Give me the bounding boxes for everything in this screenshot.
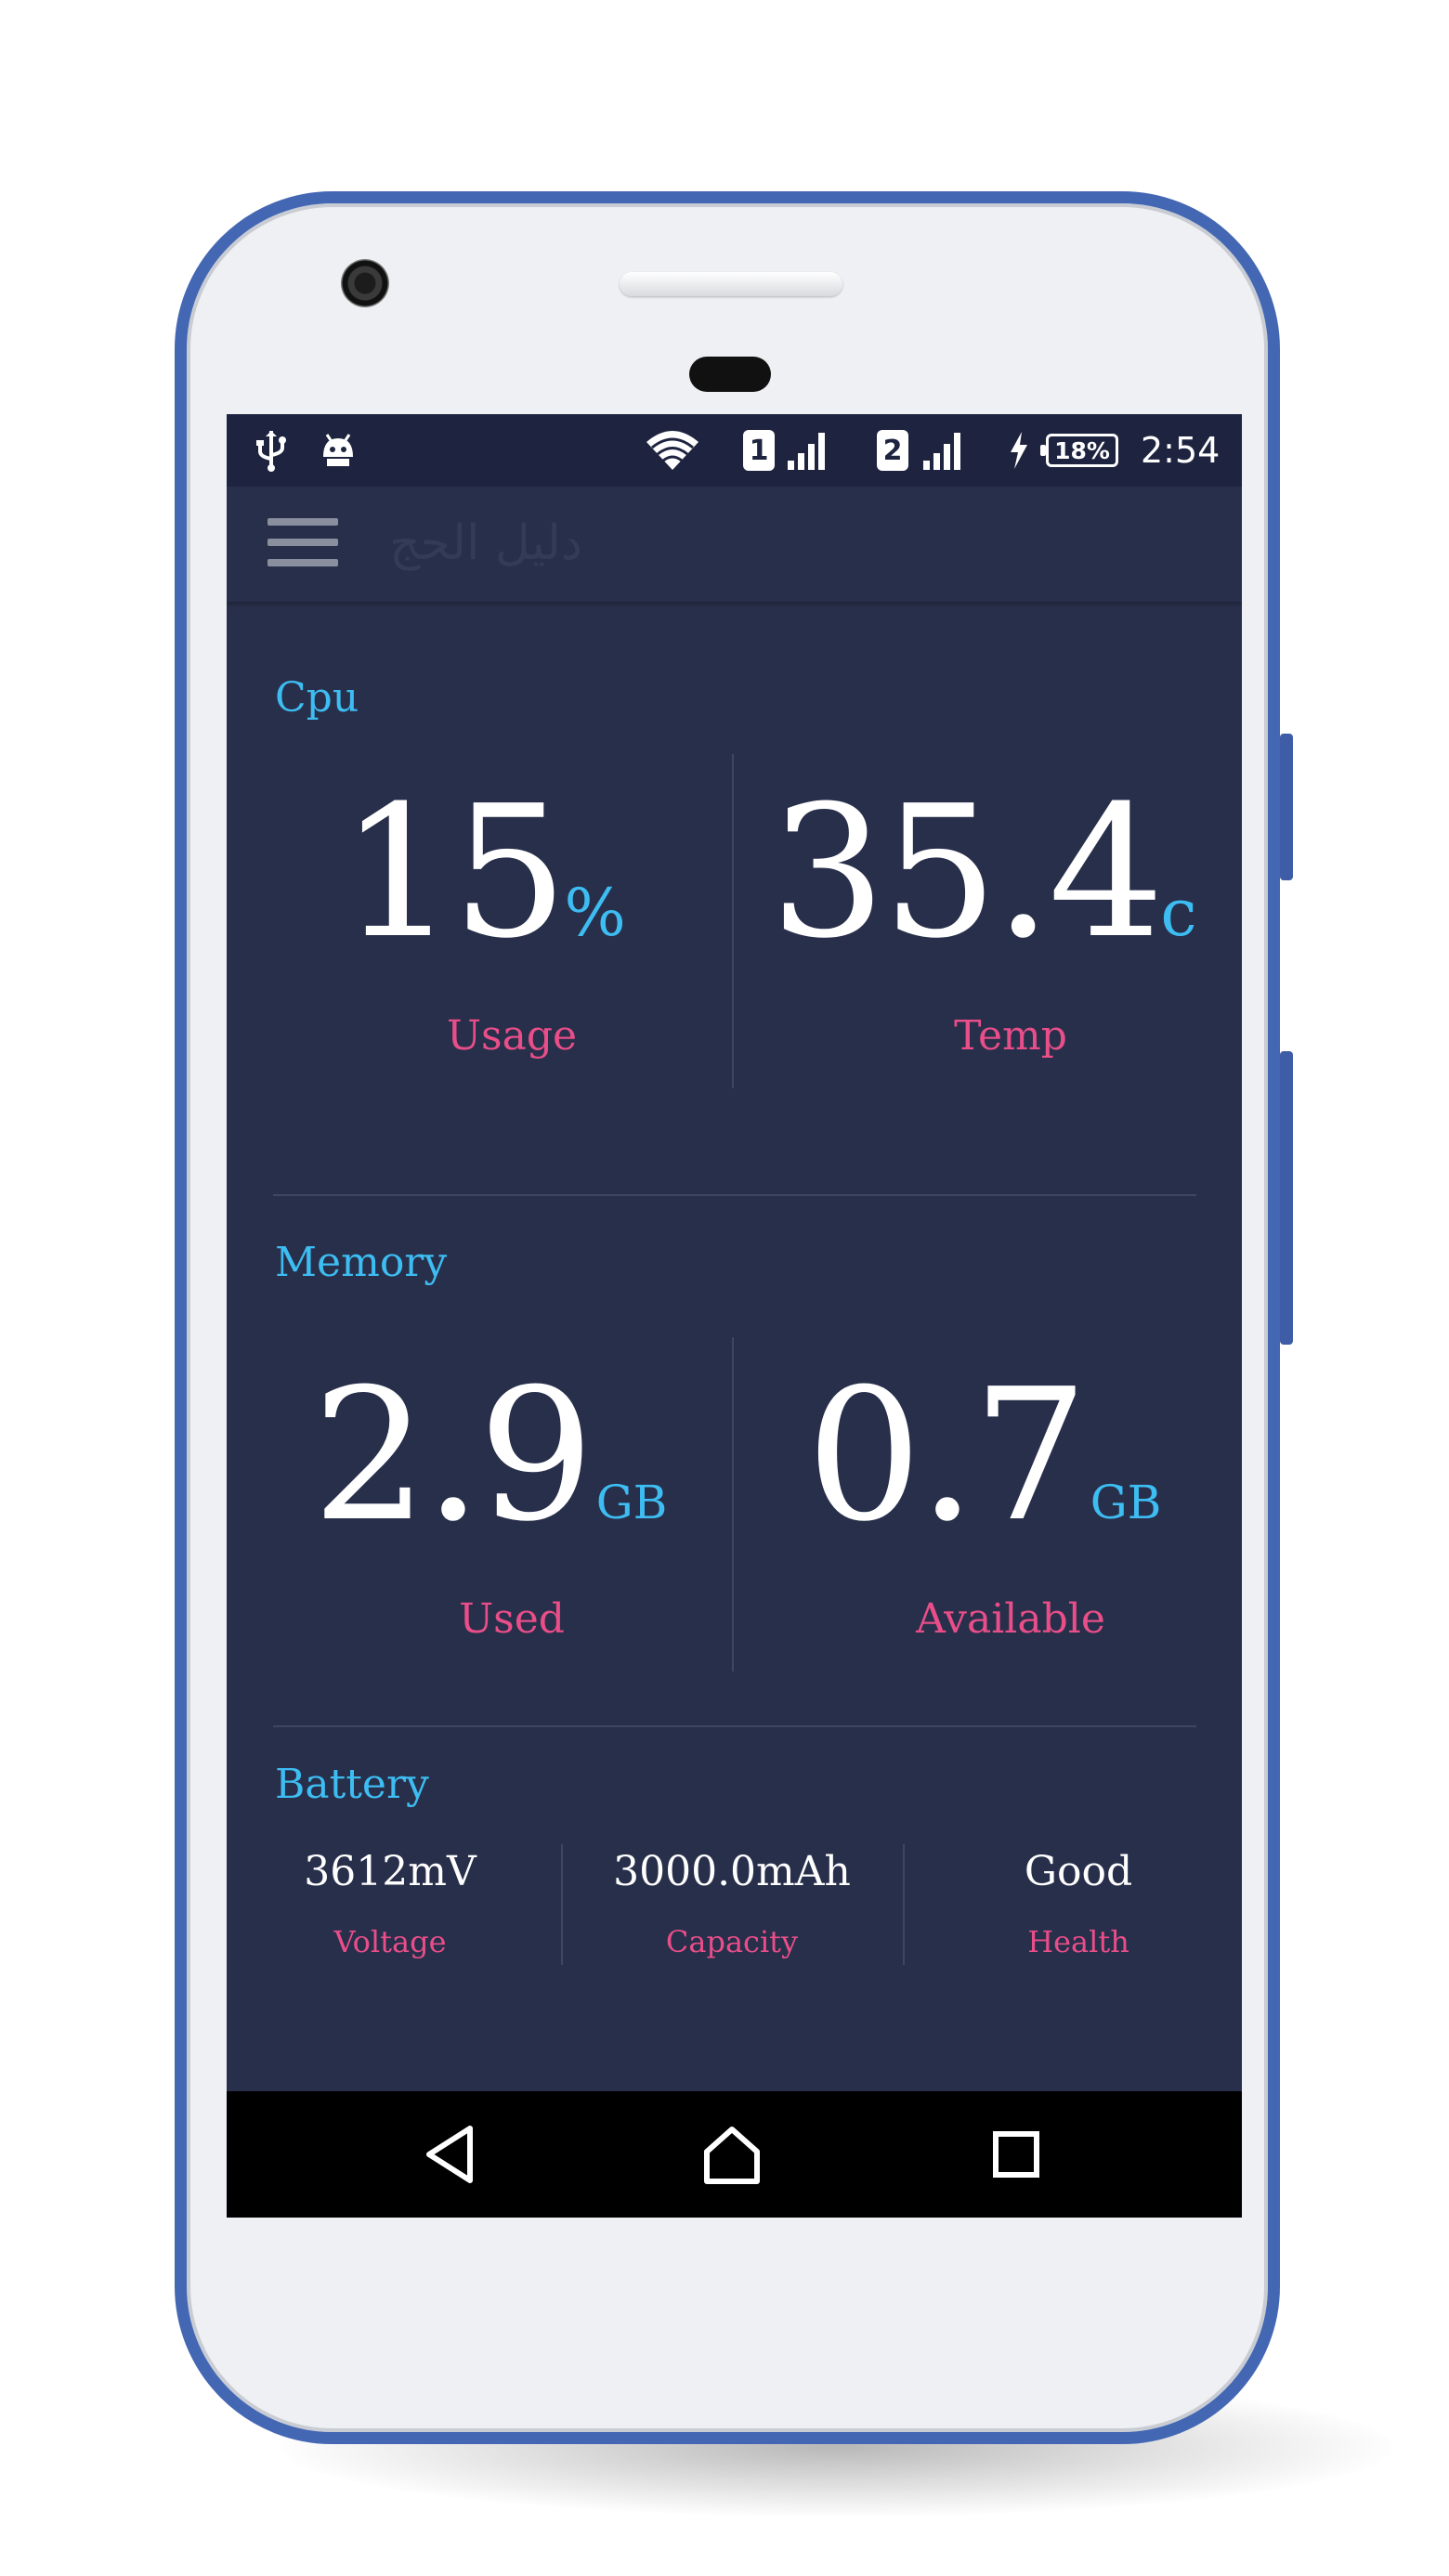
charging-icon <box>1009 414 1029 487</box>
battery-icon: 18% <box>1040 414 1118 487</box>
section-divider <box>273 1194 1196 1196</box>
battery-voltage-label: Voltage <box>333 1924 447 1959</box>
battery-health-label: Health <box>1027 1924 1129 1959</box>
memory-available-unit: GB <box>1090 1476 1162 1529</box>
battery-voltage-value: 3612mV <box>304 1848 476 1895</box>
android-icon <box>320 414 357 487</box>
app-screen: 1 2 18% 2:54 دليل الحج Cpu 15% Usage 35.… <box>227 414 1242 2218</box>
battery-section-title: Battery <box>275 1761 429 1808</box>
memory-divider <box>732 1337 734 1672</box>
memory-available-number: 0.7 <box>806 1350 1089 1562</box>
cpu-section-title: Cpu <box>275 674 359 722</box>
battery-capacity-label: Capacity <box>665 1924 799 1959</box>
status-clock: 2:54 <box>1141 430 1221 471</box>
signal-icon <box>921 414 968 487</box>
navigation-bar <box>227 2091 1242 2218</box>
battery-health-value: Good <box>1024 1848 1133 1895</box>
memory-used-value: 2.9 GB <box>312 1350 667 1562</box>
home-icon[interactable] <box>695 2117 769 2192</box>
memory-available-label: Available <box>916 1595 1105 1643</box>
app-title: دليل الحج <box>389 515 583 571</box>
usb-icon <box>255 414 288 487</box>
memory-used-label: Used <box>459 1595 565 1643</box>
earpiece-speaker <box>620 272 842 296</box>
side-button-volume <box>1280 1051 1293 1345</box>
sim-2-icon: 2 <box>877 414 908 487</box>
app-toolbar: دليل الحج <box>227 487 1242 602</box>
memory-available-value: 0.7 GB <box>806 1350 1161 1562</box>
hamburger-menu-icon[interactable] <box>268 514 338 570</box>
cpu-temp-unit: c <box>1160 875 1197 951</box>
cpu-usage-value: 15% <box>340 767 626 979</box>
sim-1-icon: 1 <box>743 414 775 487</box>
proximity-sensor <box>689 357 771 392</box>
cpu-temp-label: Temp <box>954 1012 1067 1060</box>
cpu-usage-label: Usage <box>446 1012 578 1060</box>
cpu-usage-number: 15 <box>340 767 568 979</box>
front-camera <box>341 259 389 307</box>
status-bar: 1 2 18% 2:54 <box>227 414 1242 487</box>
cpu-temp-number: 35.4 <box>770 767 1164 979</box>
cpu-divider <box>732 754 734 1088</box>
wifi-icon <box>645 414 700 487</box>
memory-used-unit: GB <box>595 1476 668 1529</box>
memory-used-number: 2.9 <box>312 1350 594 1562</box>
memory-section-title: Memory <box>275 1239 448 1286</box>
battery-capacity-value: 3000.0mAh <box>613 1848 851 1895</box>
signal-icon <box>786 414 832 487</box>
cpu-temp-value: 35.4c <box>770 767 1197 979</box>
section-divider <box>273 1725 1196 1727</box>
back-icon[interactable] <box>412 2117 487 2192</box>
side-button-power <box>1280 734 1293 880</box>
recents-icon[interactable] <box>979 2117 1053 2192</box>
cpu-usage-unit: % <box>564 875 626 951</box>
